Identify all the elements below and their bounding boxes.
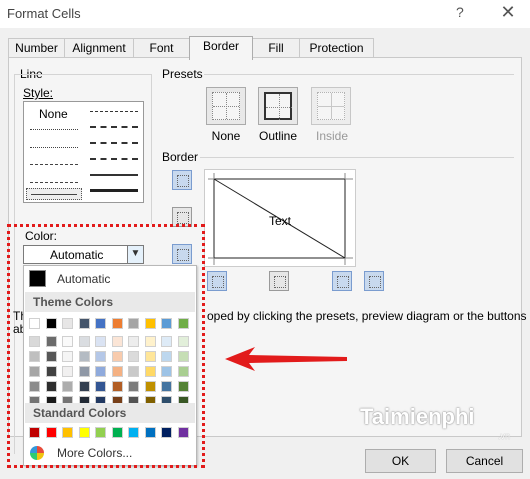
dialog-title: Format Cells	[7, 6, 81, 21]
close-icon[interactable]: ✕	[492, 2, 524, 24]
preset-inside-icon	[317, 92, 345, 120]
highlight-frame	[7, 224, 205, 468]
pointer-arrow-icon	[225, 347, 347, 371]
preset-inside-button[interactable]	[311, 87, 351, 125]
style-label: Style:	[23, 86, 54, 100]
tab-font[interactable]: Font	[133, 38, 190, 58]
title-bar: Format Cells ? ✕	[0, 0, 530, 28]
border-middle-vertical-button[interactable]	[269, 271, 289, 291]
border-instructions: oped by clicking the presets, preview di…	[207, 309, 527, 323]
line-style-dotted[interactable]	[30, 147, 78, 148]
line-group-border-right	[151, 74, 152, 224]
watermark-logo: Taimienphi	[360, 404, 475, 429]
line-style-medium[interactable]	[90, 174, 138, 176]
tab-alignment[interactable]: Alignment	[64, 38, 134, 58]
border-left-button[interactable]	[207, 271, 227, 291]
tab-fill[interactable]: Fill	[252, 38, 300, 58]
border-top-button[interactable]	[172, 170, 192, 190]
presets-group-label: Presets	[162, 67, 203, 81]
border-divider	[200, 157, 514, 158]
preset-none-label: None	[211, 129, 241, 143]
line-style-medium-dash-dot[interactable]	[90, 142, 138, 144]
line-style-dash-dot[interactable]	[30, 182, 78, 183]
tab-protection[interactable]: Protection	[299, 38, 374, 58]
border-preview[interactable]: Text	[204, 169, 356, 267]
line-style-dash-dot-dot[interactable]	[30, 164, 78, 165]
preset-outline-button[interactable]	[258, 87, 298, 125]
presets-divider	[204, 74, 514, 75]
cancel-button[interactable]: Cancel	[446, 449, 523, 473]
line-style-slant-dash-dot[interactable]	[90, 126, 138, 128]
preset-outline-icon	[264, 92, 292, 120]
line-style-thin	[31, 194, 77, 195]
watermark-tld: .vn	[498, 431, 511, 441]
format-cells-dialog: Format Cells ? ✕ Number Alignment Font B…	[0, 0, 530, 479]
line-group-divider	[14, 74, 152, 75]
preset-none-icon	[212, 92, 240, 120]
line-style-none[interactable]: None	[39, 107, 68, 121]
border-group-label: Border	[162, 150, 199, 164]
preview-text: Text	[269, 214, 292, 228]
help-icon[interactable]: ?	[456, 4, 464, 20]
line-style-thick[interactable]	[90, 189, 138, 192]
tab-number[interactable]: Number	[8, 38, 65, 58]
tab-border[interactable]: Border	[189, 36, 253, 60]
preset-none-button[interactable]	[206, 87, 246, 125]
line-style-selected[interactable]	[26, 188, 82, 200]
ok-button[interactable]: OK	[365, 449, 436, 473]
border-right-button[interactable]	[332, 271, 352, 291]
line-style-hair[interactable]	[30, 129, 78, 130]
border-diagonal-down-button[interactable]	[364, 271, 384, 291]
line-style-medium-dashed[interactable]	[90, 158, 138, 160]
line-style-list[interactable]: None	[23, 101, 144, 203]
preset-inside-label: Inside	[315, 129, 349, 143]
line-style-medium-dash-dot-dot[interactable]	[90, 111, 138, 112]
preset-outline-label: Outline	[258, 129, 298, 143]
